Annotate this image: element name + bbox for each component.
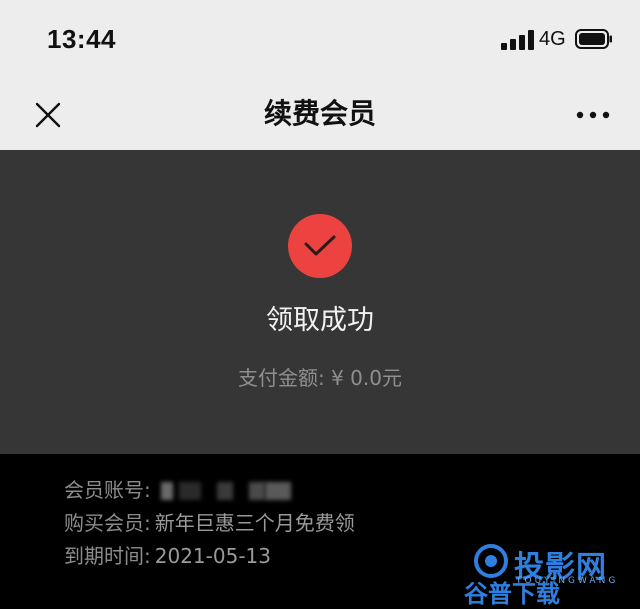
purchase-row: 购买会员: 新年巨惠三个月免费领 bbox=[64, 507, 355, 540]
page-title: 续费会员 bbox=[263, 97, 376, 130]
more-button[interactable] bbox=[570, 95, 616, 135]
payment-amount: 支付金额: ¥ 0.0元 bbox=[238, 366, 402, 390]
masked-account bbox=[160, 480, 301, 502]
result-card: 领取成功 支付金额: ¥ 0.0元 bbox=[0, 150, 640, 454]
status-time: 13:44 bbox=[47, 24, 116, 54]
nav-bar: 续费会员 bbox=[0, 78, 640, 150]
checkmark-icon bbox=[304, 235, 336, 256]
expiry-value: 2021-05-13 bbox=[154, 544, 271, 568]
member-details: 会员账号: 购买会员: 新年巨惠三个月免费领 到期时间: 2021-05-13 bbox=[64, 474, 355, 573]
more-icon bbox=[576, 111, 610, 119]
account-label: 会员账号: bbox=[64, 478, 151, 502]
cellular-signal-icon bbox=[501, 30, 534, 50]
watermark: 投影网 TOUYINGWANG 谷普下载 bbox=[464, 540, 630, 608]
purchase-label: 购买会员: bbox=[64, 511, 151, 535]
close-button[interactable] bbox=[28, 95, 68, 135]
close-icon bbox=[35, 102, 61, 128]
expiry-label: 到期时间: bbox=[64, 544, 151, 568]
battery-icon bbox=[575, 29, 612, 49]
network-type: 4G bbox=[539, 28, 566, 50]
watermark-bottom: 谷普下载 bbox=[464, 580, 560, 608]
purchase-value: 新年巨惠三个月免费领 bbox=[154, 511, 355, 535]
account-row: 会员账号: bbox=[64, 474, 355, 507]
status-bar: 13:44 4G bbox=[0, 0, 640, 78]
success-badge bbox=[288, 214, 352, 278]
expiry-row: 到期时间: 2021-05-13 bbox=[64, 540, 355, 573]
success-message: 领取成功 bbox=[266, 305, 374, 336]
